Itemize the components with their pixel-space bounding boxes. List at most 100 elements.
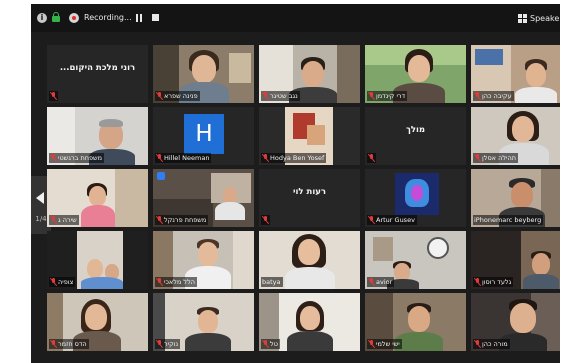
muted-microphone-icon (474, 154, 480, 162)
participant-nameplate: מורה כהן (473, 339, 510, 349)
muted-microphone-icon (474, 278, 480, 286)
muted-microphone-icon (474, 340, 480, 348)
participant-name: מורה כהן (482, 340, 508, 348)
muted-microphone-icon (156, 92, 162, 100)
participant-nameplate: נוקיר (155, 339, 181, 349)
participant-name: avior (376, 278, 393, 286)
participant-tile[interactable]: משפחת פרנקל (153, 169, 254, 227)
participant-nameplate (49, 91, 58, 101)
participant-tile[interactable]: רעות לוי (259, 169, 360, 227)
muted-microphone-icon (50, 216, 56, 224)
participant-tile[interactable]: משפחת ברגשטי (47, 107, 148, 165)
participant-nameplate: תהילה אסלן (473, 153, 519, 163)
pause-recording-icon[interactable] (136, 14, 143, 22)
participant-nameplate (261, 215, 270, 225)
participant-tile[interactable]: נוקיר (153, 293, 254, 351)
participant-avatar: H (184, 114, 224, 154)
participant-tile[interactable]: H Hillel Neeman (153, 107, 254, 165)
participant-name: גלעד רוסון (482, 278, 512, 286)
muted-microphone-icon (262, 92, 268, 100)
muted-microphone-icon (50, 340, 56, 348)
meeting-top-bar: i Recording... Speake (31, 4, 560, 32)
muted-microphone-icon (156, 278, 162, 286)
chevron-left-icon (36, 192, 44, 204)
muted-microphone-icon (474, 92, 480, 100)
participant-tile[interactable]: ישי שלמי (365, 293, 466, 351)
participant-display-name: ...רוני מלכת היקום (59, 63, 136, 73)
avatar-initial: H (195, 121, 213, 147)
participant-name: עקיבה כהן (482, 92, 512, 100)
muted-microphone-icon (156, 216, 162, 224)
participant-tile[interactable]: batya (259, 231, 360, 289)
participant-tile[interactable]: avior (365, 231, 466, 289)
participant-tile[interactable]: הלל מלאכי (153, 231, 254, 289)
participant-name: שירה ג (58, 216, 77, 224)
participant-tile[interactable]: גלעד רוסון (471, 231, 560, 289)
muted-microphone-icon (262, 340, 268, 348)
muted-microphone-icon (50, 278, 56, 286)
participant-nameplate: avior (367, 277, 395, 287)
participant-tile[interactable]: ...רוני מלכת היקום (47, 45, 148, 103)
participant-name: פנינה שפרא (164, 92, 198, 100)
participant-nameplate: צופיה (49, 277, 76, 287)
muted-microphone-icon (50, 154, 56, 162)
participant-tile[interactable]: עקיבה כהן (471, 45, 560, 103)
muted-microphone-icon (368, 216, 374, 224)
participant-nameplate: iPhonemarc beyberg (473, 215, 544, 225)
speaker-view-button[interactable]: Speake (518, 12, 559, 24)
grid-view-icon (518, 13, 527, 23)
participant-name: נגב שטיגר (270, 92, 298, 100)
muted-microphone-icon (368, 92, 374, 100)
participant-tile[interactable]: נגב שטיגר (259, 45, 360, 103)
participant-nameplate: נגב שטיגר (261, 91, 300, 101)
stop-recording-icon[interactable] (152, 14, 159, 21)
muted-microphone-icon (156, 154, 162, 162)
participant-nameplate: משפחת ברגשטי (49, 153, 105, 163)
participant-tile[interactable]: דרי קינדמן (365, 45, 466, 103)
participant-name: Artur Gusev (376, 216, 415, 224)
participant-tile[interactable]: שירה ג (47, 169, 148, 227)
muted-microphone-icon (262, 154, 268, 162)
muted-microphone-icon (368, 154, 374, 162)
participant-name: טל (270, 340, 278, 348)
participant-name: תהילה אסלן (482, 154, 517, 162)
participant-name: דרי קינדמן (376, 92, 406, 100)
muted-microphone-icon (156, 340, 162, 348)
participant-nameplate: Hodya Ben Yosef (261, 153, 327, 163)
participant-tile[interactable]: טל (259, 293, 360, 351)
participant-name: Hillel Neeman (164, 154, 210, 162)
participant-tile[interactable]: פנינה שפרא (153, 45, 254, 103)
participant-name: משפחת פרנקל (164, 216, 207, 224)
participant-name: הלל מלאכי (164, 278, 196, 286)
participant-nameplate: הדס חזמר (49, 339, 89, 349)
speaker-view-label: Speake (530, 13, 560, 23)
participant-nameplate: עקיבה כהן (473, 91, 514, 101)
participant-tile[interactable]: Hodya Ben Yosef (259, 107, 360, 165)
participant-tile-active-speaker[interactable]: iPhonemarc beyberg (471, 169, 560, 227)
participant-name: ישי שלמי (376, 340, 400, 348)
participant-name: batya (262, 278, 281, 286)
participant-name: משפחת ברגשטי (58, 154, 103, 162)
participant-name: צופיה (58, 278, 74, 286)
participant-nameplate: הלל מלאכי (155, 277, 198, 287)
encryption-lock-icon[interactable] (52, 12, 60, 22)
participant-name: Hodya Ben Yosef (270, 154, 325, 162)
participant-nameplate (367, 153, 376, 163)
participant-tile[interactable]: הדס חזמר (47, 293, 148, 351)
participant-display-name: מולך (405, 125, 426, 135)
participant-tile[interactable]: Artur Gusev (365, 169, 466, 227)
participant-nameplate: טל (261, 339, 280, 349)
meeting-info-icon[interactable]: i (37, 13, 47, 23)
participant-nameplate: גלעד רוסון (473, 277, 514, 287)
participant-tile[interactable]: צופיה (47, 231, 148, 289)
participant-tile[interactable]: תהילה אסלן (471, 107, 560, 165)
recording-status: Recording... (84, 13, 132, 22)
participant-nameplate: Hillel Neeman (155, 153, 212, 163)
participant-nameplate: דרי קינדמן (367, 91, 408, 101)
participant-tile[interactable]: מורה כהן (471, 293, 560, 351)
participant-nameplate: משפחת פרנקל (155, 215, 209, 225)
zoom-meeting-window: i Recording... Speake 1/4 ...רוני מלכת ה… (31, 4, 560, 363)
participant-nameplate: batya (261, 277, 283, 287)
recording-dot-icon (69, 13, 79, 23)
participant-tile[interactable]: מולך (365, 107, 466, 165)
